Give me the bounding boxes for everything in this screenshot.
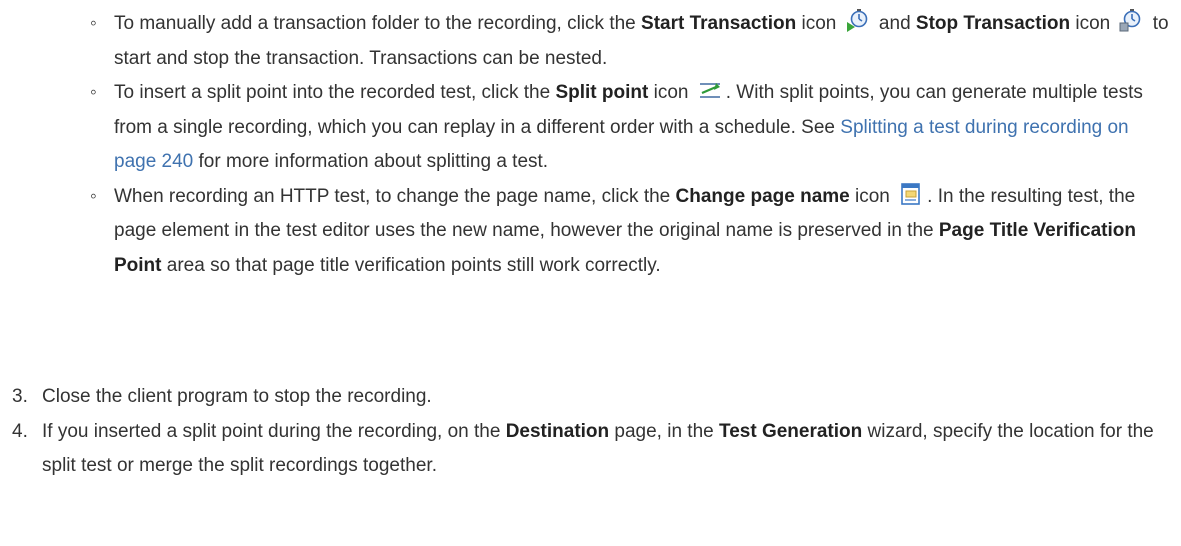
text: If you inserted a split point during the… — [42, 420, 506, 442]
list-item-split-point: To insert a split point into the recorde… — [82, 76, 1172, 180]
step-number: 4. — [12, 420, 28, 442]
bold-split-point: Split point — [555, 82, 649, 103]
start-transaction-icon — [846, 9, 870, 33]
list-item-change-page-name: When recording an HTTP test, to change t… — [82, 180, 1172, 284]
bold-stop-transaction: Stop Transaction — [915, 13, 1071, 34]
change-page-name-icon — [899, 182, 923, 206]
step-3: 3. Close the client program to stop the r… — [6, 380, 1171, 415]
split-point-icon — [698, 78, 722, 102]
text: Close the client program to stop the rec… — [42, 386, 432, 407]
numbered-step-list: 3. Close the client program to stop the r… — [6, 380, 1171, 484]
document-page: To manually add a transaction folder to … — [0, 0, 1181, 546]
bold-start-transaction: Start Transaction — [641, 13, 797, 34]
text: page, in the — [609, 420, 720, 442]
text: area so that page title verification poi… — [161, 254, 661, 276]
step-4: 4. If you inserted a split point during t… — [6, 415, 1171, 484]
step-number: 3. — [12, 386, 28, 407]
text: To manually add a transaction folder to … — [114, 13, 642, 34]
text: icon — [1070, 13, 1116, 34]
text: icon — [648, 82, 694, 103]
text: icon — [796, 13, 842, 34]
text: icon — [849, 185, 896, 207]
stop-transaction-icon — [1119, 9, 1143, 33]
sub-step-list: To manually add a transaction folder to … — [82, 0, 1172, 283]
list-item-transaction: To manually add a transaction folder to … — [82, 7, 1172, 76]
bold-test-generation: Test Generation — [719, 420, 863, 442]
bold-destination: Destination — [505, 420, 610, 442]
text: To insert a split point into the recorde… — [114, 82, 556, 103]
text: and — [873, 13, 916, 34]
text: for more information about splitting a t… — [193, 151, 549, 172]
bold-change-page-name: Change page name — [675, 185, 850, 207]
text: When recording an HTTP test, to change t… — [114, 185, 676, 207]
